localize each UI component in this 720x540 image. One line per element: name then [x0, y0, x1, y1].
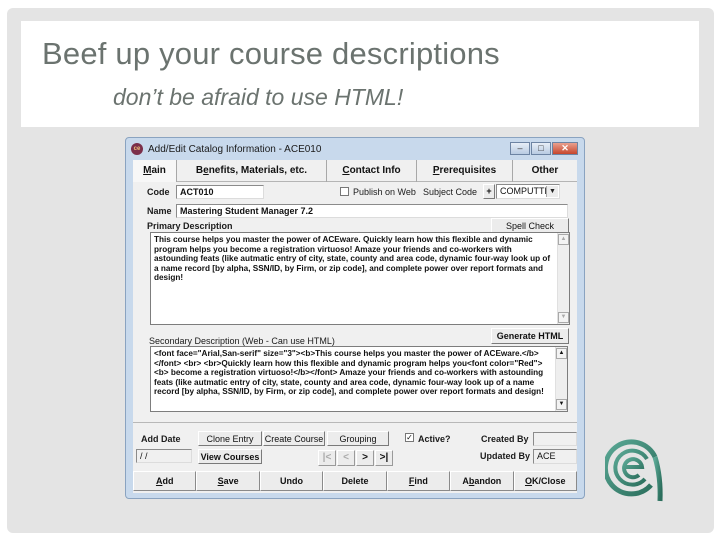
first-record-button[interactable]: |< [318, 450, 336, 466]
window-client: Main Benefits, Materials, etc. Contact I… [133, 160, 577, 493]
clone-entry-button[interactable]: Clone Entry [198, 431, 262, 446]
scroll-up-icon[interactable]: ▲ [556, 348, 567, 359]
tab-bar: Main Benefits, Materials, etc. Contact I… [133, 160, 577, 182]
minimize-button[interactable]: – [510, 142, 530, 155]
subject-code-select[interactable]: COMPUTTR ▼ [496, 184, 560, 199]
undo-button[interactable]: Undo [259, 471, 324, 491]
spell-check-button[interactable]: Spell Check [491, 218, 569, 233]
publish-on-web-label: Publish on Web [353, 187, 416, 197]
primary-description-label: Primary Description [147, 221, 233, 231]
code-field[interactable]: ACT010 [176, 185, 264, 199]
delete-button[interactable]: Delete [323, 471, 387, 491]
title-bar[interactable]: ce Add/Edit Catalog Information - ACE010… [126, 138, 584, 160]
ace-logo-icon [605, 439, 663, 502]
logo-tail [652, 456, 663, 502]
tab-main[interactable]: Main [133, 160, 177, 182]
scroll-down-icon[interactable]: ▼ [556, 399, 567, 410]
record-navigator: |< < > >| [318, 450, 398, 468]
logo-e-letter [622, 457, 645, 480]
updated-by-label: Updated By [480, 451, 531, 461]
create-course-button[interactable]: Create Course [263, 431, 325, 446]
maximize-button[interactable]: □ [531, 142, 551, 155]
subject-code-value: COMPUTTR [500, 186, 551, 196]
slide-title: Beef up your course descriptions [42, 36, 500, 71]
generate-html-button[interactable]: Generate HTML [491, 328, 569, 344]
name-label: Name [147, 206, 172, 216]
secondary-scrollbar[interactable]: ▲ ▼ [555, 347, 567, 411]
created-by-field[interactable] [533, 432, 577, 446]
chevron-down-icon[interactable]: ▼ [546, 186, 558, 197]
primary-description-text: This course helps you master the power o… [154, 235, 551, 283]
scroll-up-icon[interactable]: ▲ [558, 234, 569, 245]
last-record-button[interactable]: >| [375, 450, 393, 466]
secondary-description-text: <font face="Arial,San-serif" size="3"><b… [154, 349, 544, 397]
grouping-button[interactable]: Grouping [327, 431, 389, 446]
catalog-window: ce Add/Edit Catalog Information - ACE010… [125, 137, 585, 499]
ok-close-button[interactable]: OK/Close [513, 471, 577, 491]
slide-subtitle: don’t be afraid to use HTML! [113, 84, 404, 110]
code-label: Code [147, 187, 170, 197]
window-controls: – □ ✕ [509, 142, 578, 155]
save-button[interactable]: Save [196, 471, 260, 491]
subject-add-button[interactable]: + [483, 184, 495, 199]
created-by-label: Created By [481, 434, 529, 444]
find-button[interactable]: Find [386, 471, 451, 491]
publish-on-web-checkbox[interactable] [340, 187, 349, 196]
next-record-button[interactable]: > [356, 450, 374, 466]
close-button[interactable]: ✕ [552, 142, 578, 155]
primary-description-textarea[interactable]: This course helps you master the power o… [150, 232, 570, 325]
add-button[interactable]: Add [133, 471, 197, 491]
add-date-field[interactable]: / / [136, 449, 192, 463]
divider [133, 422, 577, 423]
ace-app-icon: ce [131, 143, 143, 155]
action-button-bar: Add Save Undo Delete Find Abandon OK/Clo… [133, 471, 577, 491]
tab-benefits-materials[interactable]: Benefits, Materials, etc. [177, 160, 327, 182]
add-date-label: Add Date [141, 434, 181, 444]
active-label: Active? [418, 434, 451, 444]
primary-scrollbar[interactable]: ▲ ▼ [557, 233, 569, 324]
view-courses-button[interactable]: View Courses [198, 449, 262, 464]
window-title: Add/Edit Catalog Information - ACE010 [148, 143, 322, 155]
secondary-description-label: Secondary Description (Web - Can use HTM… [149, 336, 335, 346]
secondary-description-textarea[interactable]: <font face="Arial,San-serif" size="3"><b… [150, 346, 568, 412]
abandon-button[interactable]: Abandon [450, 471, 514, 491]
active-checkbox[interactable]: ✓ [405, 433, 414, 442]
tab-other[interactable]: Other [513, 160, 577, 182]
scroll-down-icon[interactable]: ▼ [558, 312, 569, 323]
subject-code-label: Subject Code [423, 187, 478, 197]
previous-record-button[interactable]: < [337, 450, 355, 466]
name-field[interactable]: Mastering Student Manager 7.2 [176, 204, 568, 218]
updated-by-field[interactable]: ACE [533, 449, 577, 464]
tab-prerequisites[interactable]: Prerequisites [417, 160, 513, 182]
tab-contact-info[interactable]: Contact Info [327, 160, 417, 182]
